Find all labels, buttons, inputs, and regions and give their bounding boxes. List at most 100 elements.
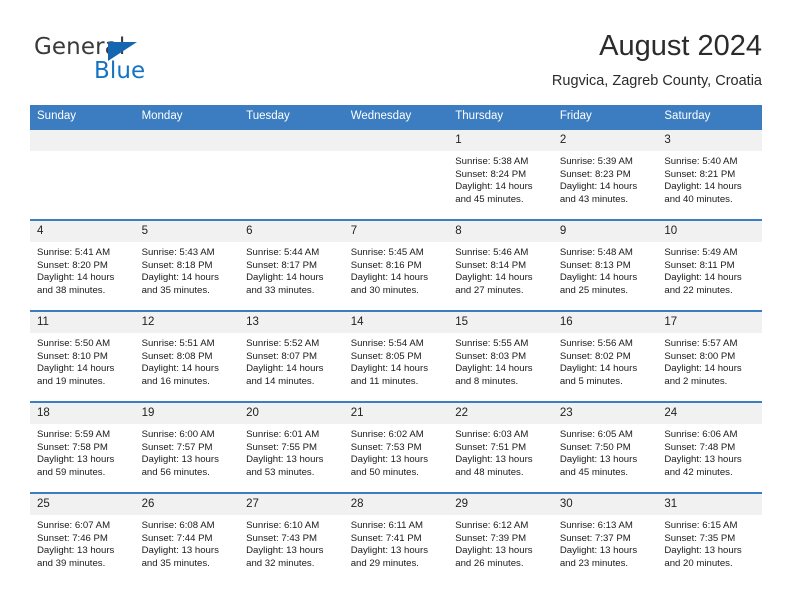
calendar-day-cell[interactable]: 13 Sunrise: 5:52 AM Sunset: 8:07 PM Dayligh… — [239, 311, 344, 402]
calendar-day-cell[interactable]: 18 Sunrise: 5:59 AM Sunset: 7:58 PM Dayligh… — [30, 402, 135, 493]
day-info-line: Sunrise: 6:10 AM — [246, 520, 320, 531]
day-info-line: Sunset: 7:51 PM — [455, 441, 527, 453]
calendar-day-cell[interactable]: 21 Sunrise: 6:02 AM Sunset: 7:53 PM Dayligh… — [343, 402, 449, 493]
day-info-line: Sunrise: 6:11 AM — [350, 520, 424, 531]
calendar-day-cell[interactable]: 27 Sunrise: 6:10 AM Sunset: 7:43 PM Dayligh… — [239, 493, 344, 583]
day-info-line: Daylight: 13 hours — [664, 545, 742, 557]
calendar-day-cell[interactable]: 22 Sunrise: 6:03 AM Sunset: 7:51 PM Dayligh… — [448, 402, 553, 493]
calendar-day-cell[interactable]: 10 Sunrise: 5:49 AM Sunset: 8:11 PM Dayligh… — [657, 220, 762, 311]
day-number: 10 — [657, 221, 762, 242]
day-number: 2 — [552, 130, 658, 151]
calendar-day-cell[interactable]: 15 Sunrise: 5:55 AM Sunset: 8:03 PM Dayligh… — [448, 311, 553, 402]
day-number: 20 — [239, 403, 344, 424]
calendar-day-cell[interactable]: 20 Sunrise: 6:01 AM Sunset: 7:55 PM Dayligh… — [239, 402, 344, 493]
calendar-day-cell[interactable]: 3 Sunrise: 5:40 AM Sunset: 8:21 PM Daylight… — [657, 129, 762, 220]
day-info-line: and 8 minutes. — [455, 375, 519, 387]
day-info-line: Sunrise: 6:01 AM — [246, 429, 320, 440]
calendar-day-cell-empty — [134, 129, 240, 220]
calendar-day-cell[interactable]: 25 Sunrise: 6:07 AM Sunset: 7:46 PM Dayligh… — [30, 493, 135, 583]
day-number: 23 — [552, 403, 658, 424]
weekday-header-saturday: Saturday — [657, 105, 762, 129]
day-sun-info: Sunrise: 5:43 AM Sunset: 8:18 PM Daylight:… — [135, 242, 240, 297]
day-info-line: and 27 minutes. — [455, 284, 524, 296]
day-info-line: Sunrise: 5:49 AM — [664, 247, 738, 258]
calendar-day-cell[interactable]: 4 Sunrise: 5:41 AM Sunset: 8:20 PM Daylight… — [30, 220, 135, 311]
calendar-day-cell[interactable]: 16 Sunrise: 5:56 AM Sunset: 8:02 PM Dayligh… — [552, 311, 658, 402]
general-blue-logo[interactable]: General Blue — [34, 34, 234, 92]
day-info-line: Daylight: 13 hours — [455, 545, 533, 557]
calendar-day-cell[interactable]: 2 Sunrise: 5:39 AM Sunset: 8:23 PM Daylight… — [552, 129, 658, 220]
day-info-line: and 32 minutes. — [246, 557, 315, 569]
day-sun-info: Sunrise: 6:08 AM Sunset: 7:44 PM Daylight:… — [135, 515, 240, 570]
day-info-line: Sunset: 7:41 PM — [350, 532, 422, 544]
day-info-line: Sunrise: 5:56 AM — [559, 338, 633, 349]
day-info-line: Sunset: 8:11 PM — [664, 259, 735, 271]
day-info-line: Sunrise: 5:44 AM — [246, 247, 320, 258]
day-info-line: Daylight: 14 hours — [559, 272, 638, 284]
calendar-day-cell[interactable]: 12 Sunrise: 5:51 AM Sunset: 8:08 PM Dayligh… — [134, 311, 240, 402]
calendar-day-cell[interactable]: 14 Sunrise: 5:54 AM Sunset: 8:05 PM Dayligh… — [343, 311, 449, 402]
day-info-line: and 20 minutes. — [664, 557, 733, 569]
day-info-line: and 2 minutes. — [664, 375, 728, 387]
day-info-line: Sunset: 8:02 PM — [559, 350, 631, 362]
calendar-day-cell[interactable]: 1 Sunrise: 5:38 AM Sunset: 8:24 PM Daylight… — [448, 129, 553, 220]
day-sun-info: Sunrise: 5:45 AM Sunset: 8:16 PM Daylight:… — [344, 242, 449, 297]
calendar-week-row: 1 Sunrise: 5:38 AM Sunset: 8:24 PM Daylight… — [30, 129, 762, 220]
day-info-line: Sunset: 7:48 PM — [664, 441, 736, 453]
calendar-day-cell[interactable]: 19 Sunrise: 6:00 AM Sunset: 7:57 PM Dayligh… — [134, 402, 240, 493]
calendar-day-cell[interactable]: 24 Sunrise: 6:06 AM Sunset: 7:48 PM Dayligh… — [657, 402, 762, 493]
day-sun-info: Sunrise: 6:10 AM Sunset: 7:43 PM Daylight:… — [239, 515, 344, 570]
calendar-day-cell[interactable]: 26 Sunrise: 6:08 AM Sunset: 7:44 PM Dayligh… — [134, 493, 240, 583]
day-number — [134, 130, 240, 151]
day-info-line: and 35 minutes. — [141, 557, 210, 569]
day-info-line: Daylight: 14 hours — [559, 181, 638, 193]
day-info-line: and 23 minutes. — [559, 557, 629, 569]
day-number: 7 — [343, 221, 449, 242]
day-info-line: Sunrise: 5:39 AM — [559, 156, 633, 167]
day-number: 29 — [448, 494, 553, 515]
calendar-day-cell[interactable]: 11 Sunrise: 5:50 AM Sunset: 8:10 PM Dayligh… — [30, 311, 135, 402]
day-info-line: Sunrise: 6:12 AM — [455, 520, 529, 531]
day-info-line: Sunrise: 5:54 AM — [350, 338, 424, 349]
day-info-line: Daylight: 13 hours — [350, 545, 429, 557]
day-info-line: Daylight: 14 hours — [455, 272, 533, 284]
calendar-day-cell[interactable]: 30 Sunrise: 6:13 AM Sunset: 7:37 PM Dayligh… — [552, 493, 658, 583]
day-sun-info: Sunrise: 5:52 AM Sunset: 8:07 PM Daylight:… — [239, 333, 344, 388]
day-sun-info: Sunrise: 5:51 AM Sunset: 8:08 PM Daylight:… — [135, 333, 240, 388]
day-sun-info: Sunrise: 6:05 AM Sunset: 7:50 PM Daylight:… — [553, 424, 658, 479]
day-info-line: Sunset: 8:20 PM — [37, 259, 108, 271]
day-info-line: and 22 minutes. — [664, 284, 733, 296]
day-info-line: and 19 minutes. — [37, 375, 106, 387]
day-info-line: Sunset: 7:37 PM — [559, 532, 631, 544]
day-info-line: Daylight: 14 hours — [350, 363, 429, 375]
day-info-line: Daylight: 14 hours — [664, 272, 742, 284]
day-number: 31 — [657, 494, 762, 515]
weekday-header-wednesday: Wednesday — [343, 105, 449, 129]
calendar-day-cell[interactable]: 7 Sunrise: 5:45 AM Sunset: 8:16 PM Daylight… — [343, 220, 449, 311]
day-info-line: Sunset: 7:50 PM — [559, 441, 631, 453]
day-info-line: and 56 minutes. — [141, 466, 210, 478]
day-info-line: and 14 minutes. — [246, 375, 315, 387]
calendar-day-cell[interactable]: 9 Sunrise: 5:48 AM Sunset: 8:13 PM Daylight… — [552, 220, 658, 311]
day-info-line: and 26 minutes. — [455, 557, 524, 569]
calendar-day-cell[interactable]: 8 Sunrise: 5:46 AM Sunset: 8:14 PM Daylight… — [448, 220, 553, 311]
day-info-line: Sunrise: 5:59 AM — [37, 429, 111, 440]
day-info-line: Sunset: 7:44 PM — [141, 532, 213, 544]
day-info-line: Sunrise: 6:05 AM — [559, 429, 633, 440]
day-number: 24 — [657, 403, 762, 424]
day-sun-info: Sunrise: 6:03 AM Sunset: 7:51 PM Daylight:… — [448, 424, 553, 479]
day-sun-info: Sunrise: 6:07 AM Sunset: 7:46 PM Daylight:… — [30, 515, 135, 570]
day-info-line: Daylight: 13 hours — [141, 545, 219, 557]
calendar-day-cell[interactable]: 5 Sunrise: 5:43 AM Sunset: 8:18 PM Daylight… — [134, 220, 240, 311]
day-info-line: and 25 minutes. — [559, 284, 629, 296]
calendar-day-cell[interactable]: 31 Sunrise: 6:15 AM Sunset: 7:35 PM Dayligh… — [657, 493, 762, 583]
calendar-day-cell[interactable]: 28 Sunrise: 6:11 AM Sunset: 7:41 PM Dayligh… — [343, 493, 449, 583]
calendar-day-cell[interactable]: 17 Sunrise: 5:57 AM Sunset: 8:00 PM Dayligh… — [657, 311, 762, 402]
day-info-line: Daylight: 14 hours — [246, 272, 324, 284]
calendar-day-cell[interactable]: 6 Sunrise: 5:44 AM Sunset: 8:17 PM Daylight… — [239, 220, 344, 311]
day-info-line: Sunset: 7:55 PM — [246, 441, 318, 453]
calendar-day-cell[interactable]: 23 Sunrise: 6:05 AM Sunset: 7:50 PM Dayligh… — [552, 402, 658, 493]
calendar-day-cell[interactable]: 29 Sunrise: 6:12 AM Sunset: 7:39 PM Dayligh… — [448, 493, 553, 583]
day-info-line: Sunrise: 5:55 AM — [455, 338, 529, 349]
day-sun-info: Sunrise: 5:38 AM Sunset: 8:24 PM Daylight:… — [448, 151, 553, 206]
